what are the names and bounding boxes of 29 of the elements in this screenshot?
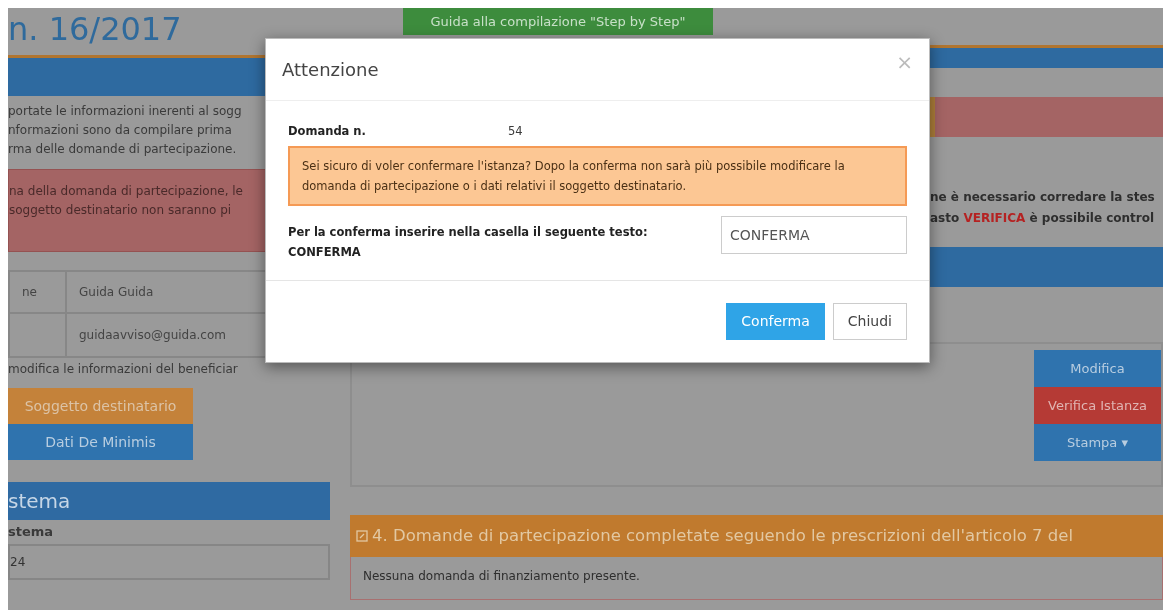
warning-message: Sei sicuro di voler confermare l'istanza? Dopo la conferma non sarà più possibile modificare la domanda di partecipazione o i dati relativi il soggetto destinatario. <box>288 146 907 207</box>
field-label: stema <box>8 523 55 541</box>
close-button[interactable]: × <box>896 51 913 72</box>
nav-button[interactable]: Dati De Minimis <box>8 424 193 460</box>
field-value: 54 <box>508 123 523 140</box>
alert-text: soggetto destinatario non saranno pi <box>9 202 233 219</box>
edit-note: modifica le informazioni del beneficiar <box>8 361 239 378</box>
dialog-button[interactable]: Conferma <box>726 303 825 341</box>
dialog-button[interactable]: Chiudi <box>832 303 907 341</box>
guide-button[interactable]: Guida alla compilazione "Step by Step" <box>403 8 713 35</box>
page-title: n. 16/2017 <box>8 10 183 48</box>
panel-header: stema <box>8 482 330 520</box>
field-label: Domanda n. <box>288 123 367 140</box>
intro-text: rma delle domande di partecipazione. <box>8 141 237 158</box>
action-button[interactable]: Verifica Istanza <box>1034 387 1161 424</box>
nav-button[interactable]: Soggetto destinatario <box>8 388 193 424</box>
action-button[interactable]: Stampa ▾ <box>1034 424 1161 461</box>
dialog-title: Attenzione <box>282 58 379 82</box>
table-cell: ne <box>9 271 66 313</box>
instruction-text: asto VERIFICA è possibile control <box>930 210 1155 227</box>
action-button[interactable]: Modifica <box>1034 350 1161 387</box>
instruction-text: ne è necessario corredare la stes <box>930 189 1155 206</box>
confirm-instruction: Per la conferma inserire nella casella il seguente testo: CONFERMA <box>288 224 648 262</box>
edit-icon <box>356 530 368 542</box>
confirm-input[interactable]: CONFERMA <box>721 216 907 255</box>
intro-text: portate le informazioni inerenti al sogg <box>8 103 242 120</box>
intro-text: nformazioni sono da compilare prima <box>8 122 232 139</box>
empty-message: Nessuna domanda di finanziamento presente. <box>350 557 1163 600</box>
section-title: 4. Domande di partecipazione completate seguendo le prescrizioni dell'articolo 7 del <box>372 525 1074 547</box>
